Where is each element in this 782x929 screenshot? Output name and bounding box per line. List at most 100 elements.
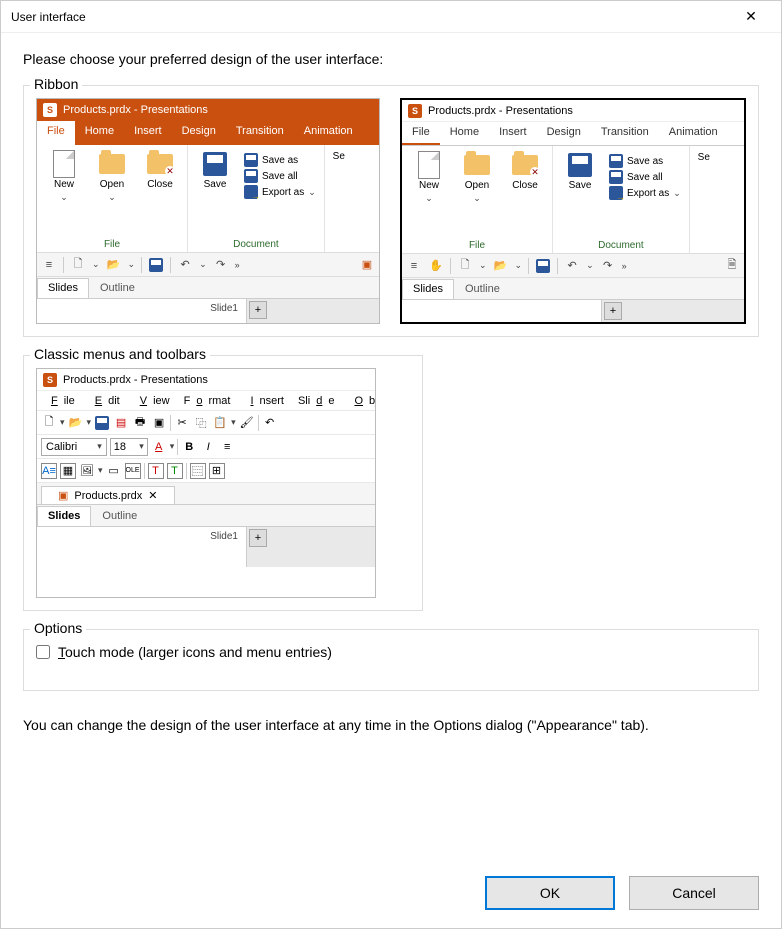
chevron-down-icon: ⌄ bbox=[473, 193, 481, 204]
menu-insert: Insert bbox=[238, 393, 290, 409]
open-icon: 📂 bbox=[493, 258, 509, 274]
app-icon: S bbox=[408, 104, 422, 118]
open-button: Open⌄ bbox=[454, 152, 500, 204]
window-title: User interface bbox=[11, 10, 731, 24]
save-as-button: Save as bbox=[609, 154, 681, 168]
slide-panel: Slide1 bbox=[37, 527, 247, 567]
text-box-icon: A≡ bbox=[41, 463, 57, 479]
classic-toolbar1: 🗋▾ 📂▾ ▤ 🖶 ▣ ✂ ⿻ 📋▾ 🖌 ↶ bbox=[37, 411, 375, 435]
classic-preview[interactable]: S Products.prdx - Presentations File Edi… bbox=[36, 368, 376, 598]
slide-panel bbox=[402, 300, 602, 324]
undo-icon: ↶ bbox=[262, 415, 278, 431]
edit-area: + bbox=[602, 300, 744, 324]
close-tab-icon: ✕ bbox=[148, 489, 157, 502]
export-icon bbox=[244, 185, 258, 199]
group-document: Save Save as Save all Export as ⌄ Docume… bbox=[553, 146, 690, 253]
save-as-icon bbox=[244, 153, 258, 167]
cancel-button[interactable]: Cancel bbox=[629, 876, 759, 910]
classic-toolbar3: A≡ ▦ 🖼▾ ▭ OLE T T ⿳ ⊞ bbox=[37, 459, 375, 483]
preview1-qat: ≡ 🗋⌄ 📂⌄ ↶⌄ ↷» ▣ bbox=[37, 253, 379, 277]
tab-home: Home bbox=[440, 122, 489, 145]
ribbon-white-preview[interactable]: S Products.prdx - Presentations File Hom… bbox=[400, 98, 746, 324]
dialog-window: User interface ✕ Please choose your pref… bbox=[0, 0, 782, 929]
tab-design: Design bbox=[172, 121, 226, 145]
folder-close-icon bbox=[512, 155, 538, 175]
dialog-content: Please choose your preferred design of t… bbox=[1, 33, 781, 928]
tab-file: File bbox=[402, 122, 440, 145]
app-badge-icon: ▣ bbox=[359, 257, 375, 273]
classic-docarea: Slide1 + bbox=[37, 527, 375, 567]
preview1-ribbon: New ⌄ Open ⌄ Close bbox=[37, 145, 379, 253]
group-doc-label: Document bbox=[188, 237, 324, 252]
stamp-icon: ▣ bbox=[151, 415, 167, 431]
new-icon: 🗋 bbox=[41, 415, 57, 431]
close-icon[interactable]: ✕ bbox=[731, 8, 771, 25]
hint-text: You can change the design of the user in… bbox=[23, 715, 759, 736]
save-button: Save bbox=[557, 152, 603, 191]
edit-area: + bbox=[247, 527, 375, 567]
menu-edit: Edit bbox=[83, 393, 126, 409]
outline-tab: Outline bbox=[89, 278, 146, 298]
redo-icon: ↷ bbox=[213, 257, 229, 273]
save-icon bbox=[94, 415, 110, 431]
size-selector: 18▾ bbox=[110, 438, 148, 456]
preview1-titlebar: S Products.prdx - Presentations bbox=[37, 99, 379, 121]
save-button: Save bbox=[192, 151, 238, 190]
ok-button[interactable]: OK bbox=[485, 876, 615, 910]
italic-icon: I bbox=[200, 439, 216, 455]
classic-title: Products.prdx - Presentations bbox=[63, 374, 208, 386]
grid-icon: ⊞ bbox=[209, 463, 225, 479]
corner-handle-icon: + bbox=[604, 302, 622, 320]
cut-icon: ✂ bbox=[174, 415, 190, 431]
shapes-icon: ▭ bbox=[106, 463, 122, 479]
undo-icon: ↶ bbox=[177, 257, 193, 273]
touch-mode-checkbox[interactable]: Touch mode (larger icons and menu entrie… bbox=[36, 644, 746, 660]
corner-handle-icon: + bbox=[249, 301, 267, 319]
corner-handle-icon: + bbox=[249, 529, 267, 547]
save-as-button: Save as bbox=[244, 153, 316, 167]
preview1-title: Products.prdx - Presentations bbox=[63, 104, 208, 116]
edit-area: + bbox=[247, 299, 379, 324]
chevron-down-icon: ⌄ bbox=[425, 193, 433, 204]
tab-file: File bbox=[37, 121, 75, 145]
group-file-label: File bbox=[402, 238, 552, 253]
app-icon: S bbox=[43, 103, 57, 117]
ribbon-orange-preview[interactable]: S Products.prdx - Presentations File Hom… bbox=[36, 98, 380, 324]
outline-tab: Outline bbox=[454, 279, 511, 299]
brush-icon: 🖌 bbox=[239, 415, 255, 431]
classic-toolbar2: Calibri▾ 18▾ A▾ B I ≡ bbox=[37, 435, 375, 459]
chevron-down-icon: ⌄ bbox=[673, 188, 681, 199]
touch-mode-input[interactable] bbox=[36, 645, 50, 659]
titlebar: User interface ✕ bbox=[1, 1, 781, 33]
menu-icon: ≡ bbox=[41, 257, 57, 273]
table-icon: ▦ bbox=[60, 463, 76, 479]
tab-insert: Insert bbox=[124, 121, 172, 145]
close-button: Close bbox=[137, 151, 183, 190]
save-icon bbox=[203, 152, 227, 176]
tab-insert: Insert bbox=[489, 122, 537, 145]
folder-open-icon bbox=[99, 154, 125, 174]
preview2-docarea: + bbox=[402, 300, 744, 324]
list-icon: ≡ bbox=[219, 439, 235, 455]
folder-open-icon bbox=[464, 155, 490, 175]
menu-format: Format bbox=[178, 393, 237, 409]
document-tab: ▣ Products.prdx ✕ bbox=[41, 486, 175, 504]
group-file: New⌄ Open⌄ Close File bbox=[402, 146, 553, 253]
save-icon bbox=[148, 257, 164, 273]
new-file-icon bbox=[418, 151, 440, 179]
preview2-panel-tabs: Slides Outline bbox=[402, 278, 744, 300]
folder-close-icon bbox=[147, 154, 173, 174]
ole-icon: OLE bbox=[125, 463, 141, 479]
prompt-text: Please choose your preferred design of t… bbox=[23, 51, 759, 67]
save-all-button: Save all bbox=[244, 169, 316, 183]
menu-icon: ≡ bbox=[406, 258, 422, 274]
save-all-button: Save all bbox=[609, 170, 681, 184]
image-icon: 🖼 bbox=[79, 463, 95, 479]
save-icon bbox=[535, 258, 551, 274]
chevron-down-icon: ⌄ bbox=[60, 192, 68, 203]
doc-icon: ▣ bbox=[58, 489, 68, 502]
save-icon bbox=[568, 153, 592, 177]
overflow-label: Se bbox=[694, 152, 714, 163]
preview1-docarea: Slide1 + bbox=[37, 299, 379, 324]
classic-panel-tabs: Slides Outline bbox=[37, 505, 375, 527]
